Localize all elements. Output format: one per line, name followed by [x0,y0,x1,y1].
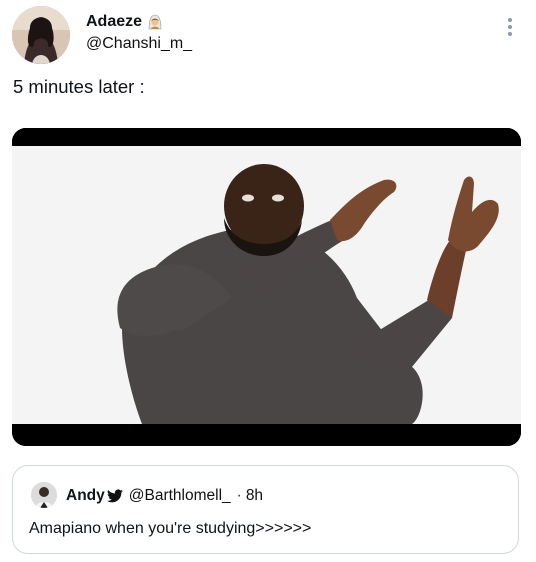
quoted-author-handle[interactable]: @Barthlomell_ [129,487,231,505]
quoted-meta-row: Andy @Barthlomell_ · 8h [66,487,263,505]
author-handle[interactable]: @Chanshi_m_ [86,35,192,53]
quoted-author-name[interactable]: Andy [66,487,105,505]
quoted-tweet[interactable]: Andy @Barthlomell_ · 8h Amapiano when yo… [12,465,519,554]
meta-separator: · [236,487,242,504]
author-name-row: Adaeze [86,13,163,31]
author-name[interactable]: Adaeze [86,13,142,31]
tweet-text: 5 minutes later : [13,76,145,97]
quoted-tweet-text: Amapiano when you're studying>>>>>> [29,520,312,537]
quoted-author-avatar[interactable] [31,482,57,508]
avatar-image [12,6,70,64]
woman-with-veil-emoji-icon [147,14,163,30]
twitter-bird-icon [106,489,123,503]
quoted-avatar-image [31,482,57,508]
quoted-timestamp[interactable]: 8h [246,487,263,505]
author-avatar[interactable] [12,6,70,64]
tweet-card: Adaeze @Chanshi_m_ 5 minutes later : And… [0,0,536,562]
vertical-ellipsis-icon[interactable] [506,16,514,40]
tweet-media[interactable] [12,128,521,446]
meme-image [12,128,521,446]
